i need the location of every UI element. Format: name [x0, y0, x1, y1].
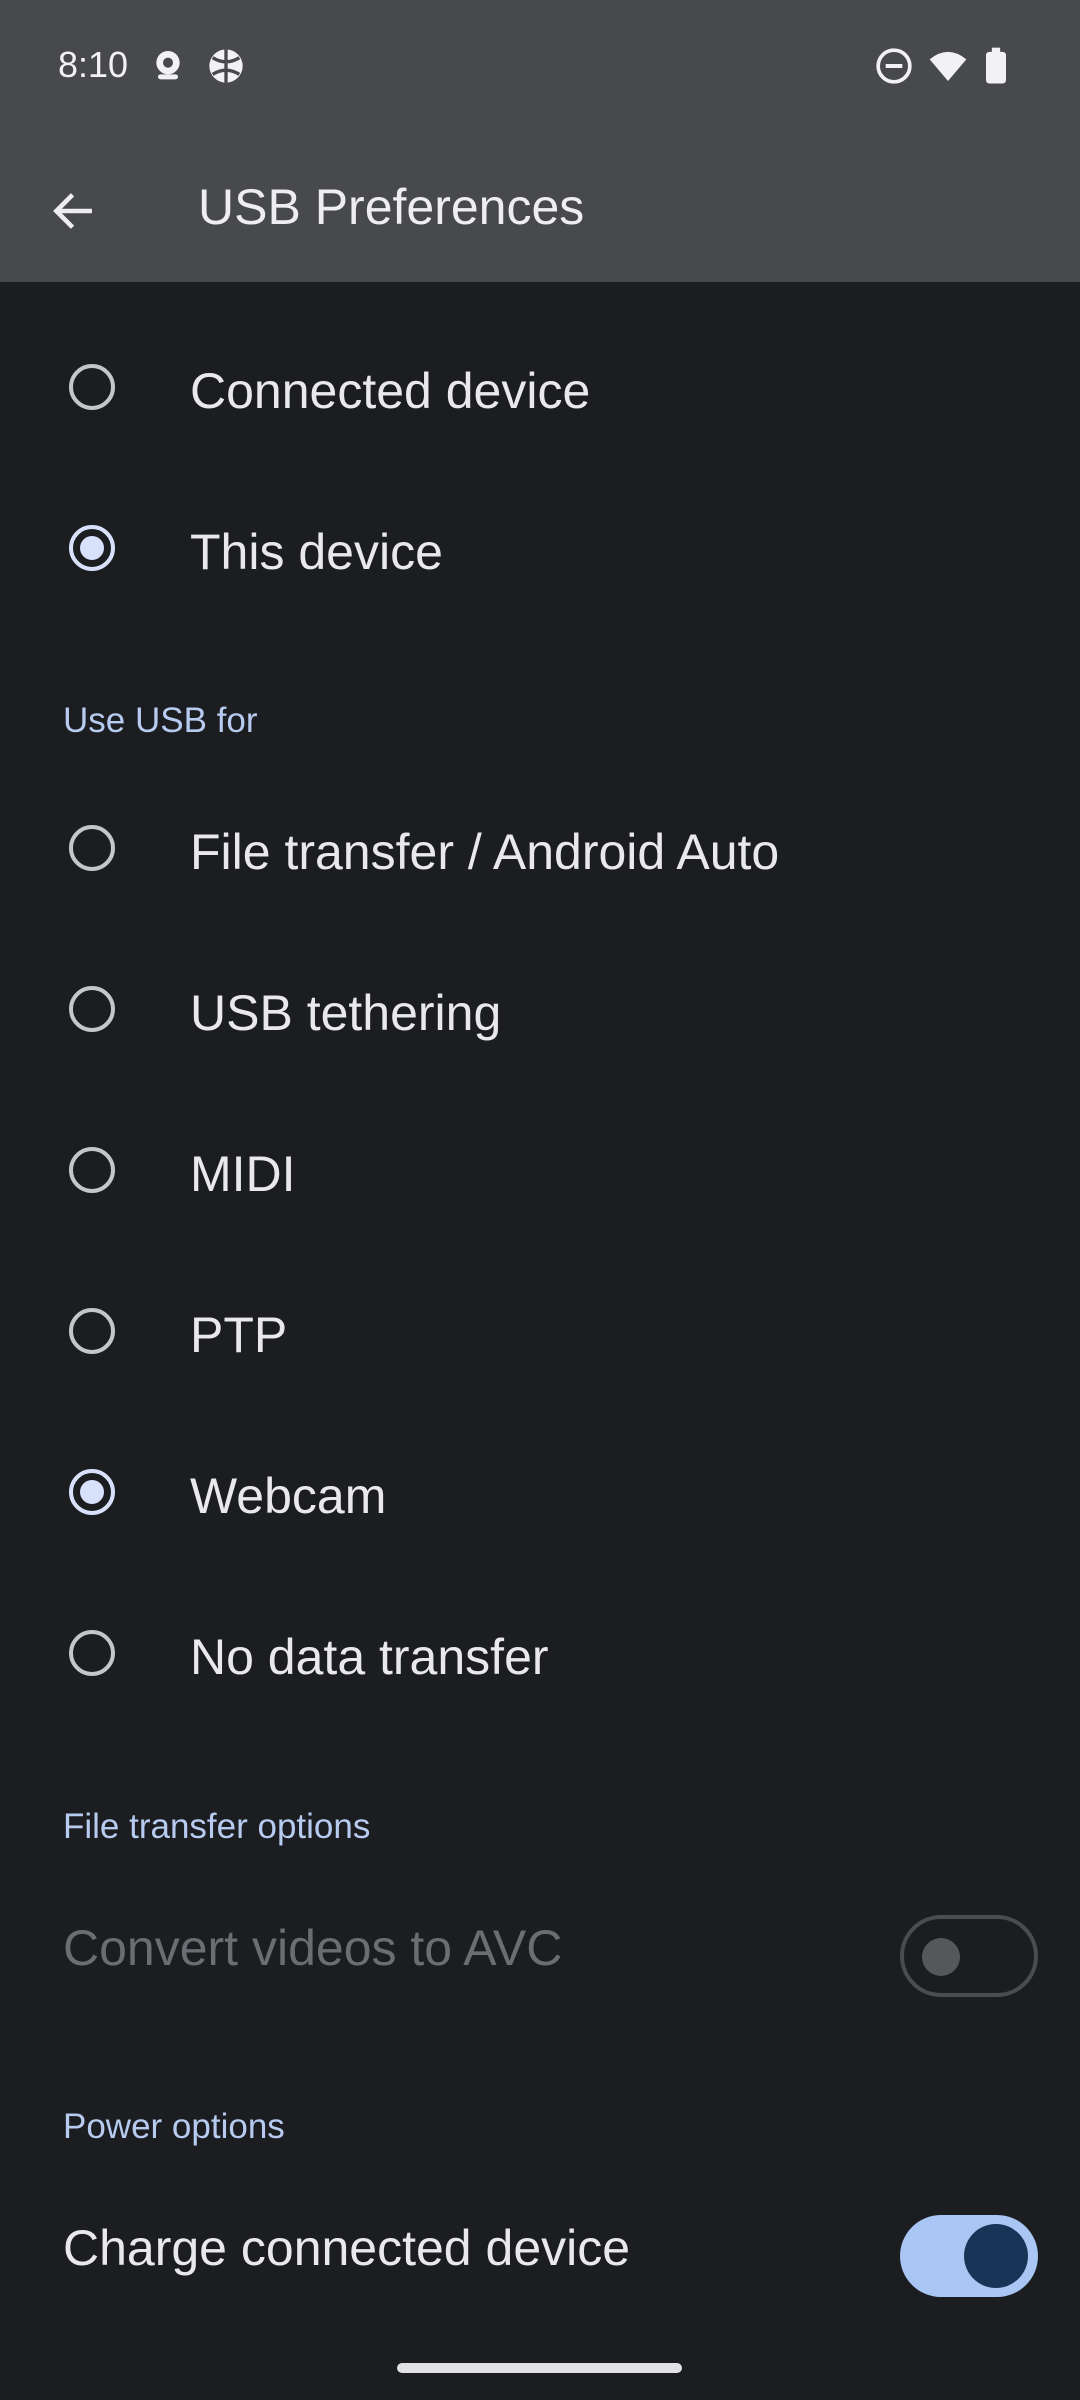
- usb-preferences-screen: 8:10 USB Preferences Connected device Th…: [0, 0, 1080, 2400]
- radio-button-selected[interactable]: [69, 1469, 115, 1515]
- switch-knob: [964, 2224, 1028, 2288]
- top-app-bar: 8:10 USB Preferences: [0, 0, 1080, 282]
- radio-button[interactable]: [69, 986, 115, 1032]
- setting-label: Convert videos to AVC: [63, 1920, 563, 1976]
- do-not-disturb-icon: [874, 46, 914, 86]
- section-header-power-options: Power options: [63, 2107, 285, 2146]
- status-time: 8:10: [58, 44, 129, 85]
- radio-button[interactable]: [69, 1308, 115, 1354]
- radio-option-label: MIDI: [190, 1146, 296, 1202]
- gesture-nav-handle[interactable]: [397, 2363, 682, 2373]
- convert-videos-switch: [900, 1915, 1038, 1997]
- wifi-icon: [928, 46, 968, 86]
- back-button[interactable]: [28, 166, 118, 256]
- radio-option-label: This device: [190, 524, 443, 580]
- radio-option-label: Connected device: [190, 363, 591, 419]
- radio-button[interactable]: [69, 825, 115, 871]
- radio-option-webcam[interactable]: Webcam: [0, 1415, 1080, 1575]
- radio-button[interactable]: [69, 364, 115, 410]
- setting-label: Charge connected device: [63, 2220, 631, 2276]
- webcam-notification-icon: [148, 46, 188, 86]
- battery-icon: [976, 46, 1016, 86]
- radio-option-this-device[interactable]: This device: [0, 471, 1080, 631]
- radio-option-no-data-transfer[interactable]: No data transfer: [0, 1576, 1080, 1736]
- section-header-file-transfer-options: File transfer options: [63, 1807, 371, 1846]
- basketball-notification-icon: [206, 46, 246, 86]
- radio-option-label: USB tethering: [190, 985, 502, 1041]
- radio-option-connected-device[interactable]: Connected device: [0, 310, 1080, 470]
- radio-option-file-transfer[interactable]: File transfer / Android Auto: [0, 771, 1080, 931]
- section-header-use-usb-for: Use USB for: [63, 701, 258, 740]
- radio-button-selected[interactable]: [69, 525, 115, 571]
- radio-button[interactable]: [69, 1630, 115, 1676]
- radio-option-label: File transfer / Android Auto: [190, 824, 780, 880]
- switch-knob: [922, 1938, 960, 1976]
- radio-option-usb-tethering[interactable]: USB tethering: [0, 932, 1080, 1092]
- radio-option-label: Webcam: [190, 1468, 387, 1524]
- radio-option-midi[interactable]: MIDI: [0, 1093, 1080, 1253]
- radio-option-label: No data transfer: [190, 1629, 549, 1685]
- radio-button[interactable]: [69, 1147, 115, 1193]
- setting-charge-connected-device[interactable]: Charge connected device: [0, 2175, 1080, 2315]
- radio-option-ptp[interactable]: PTP: [0, 1254, 1080, 1414]
- charge-connected-device-switch[interactable]: [900, 2215, 1038, 2297]
- arrow-back-icon: [53, 193, 92, 229]
- page-title: USB Preferences: [198, 179, 585, 235]
- setting-convert-videos-avc: Convert videos to AVC: [0, 1875, 1080, 2015]
- radio-option-label: PTP: [190, 1307, 288, 1363]
